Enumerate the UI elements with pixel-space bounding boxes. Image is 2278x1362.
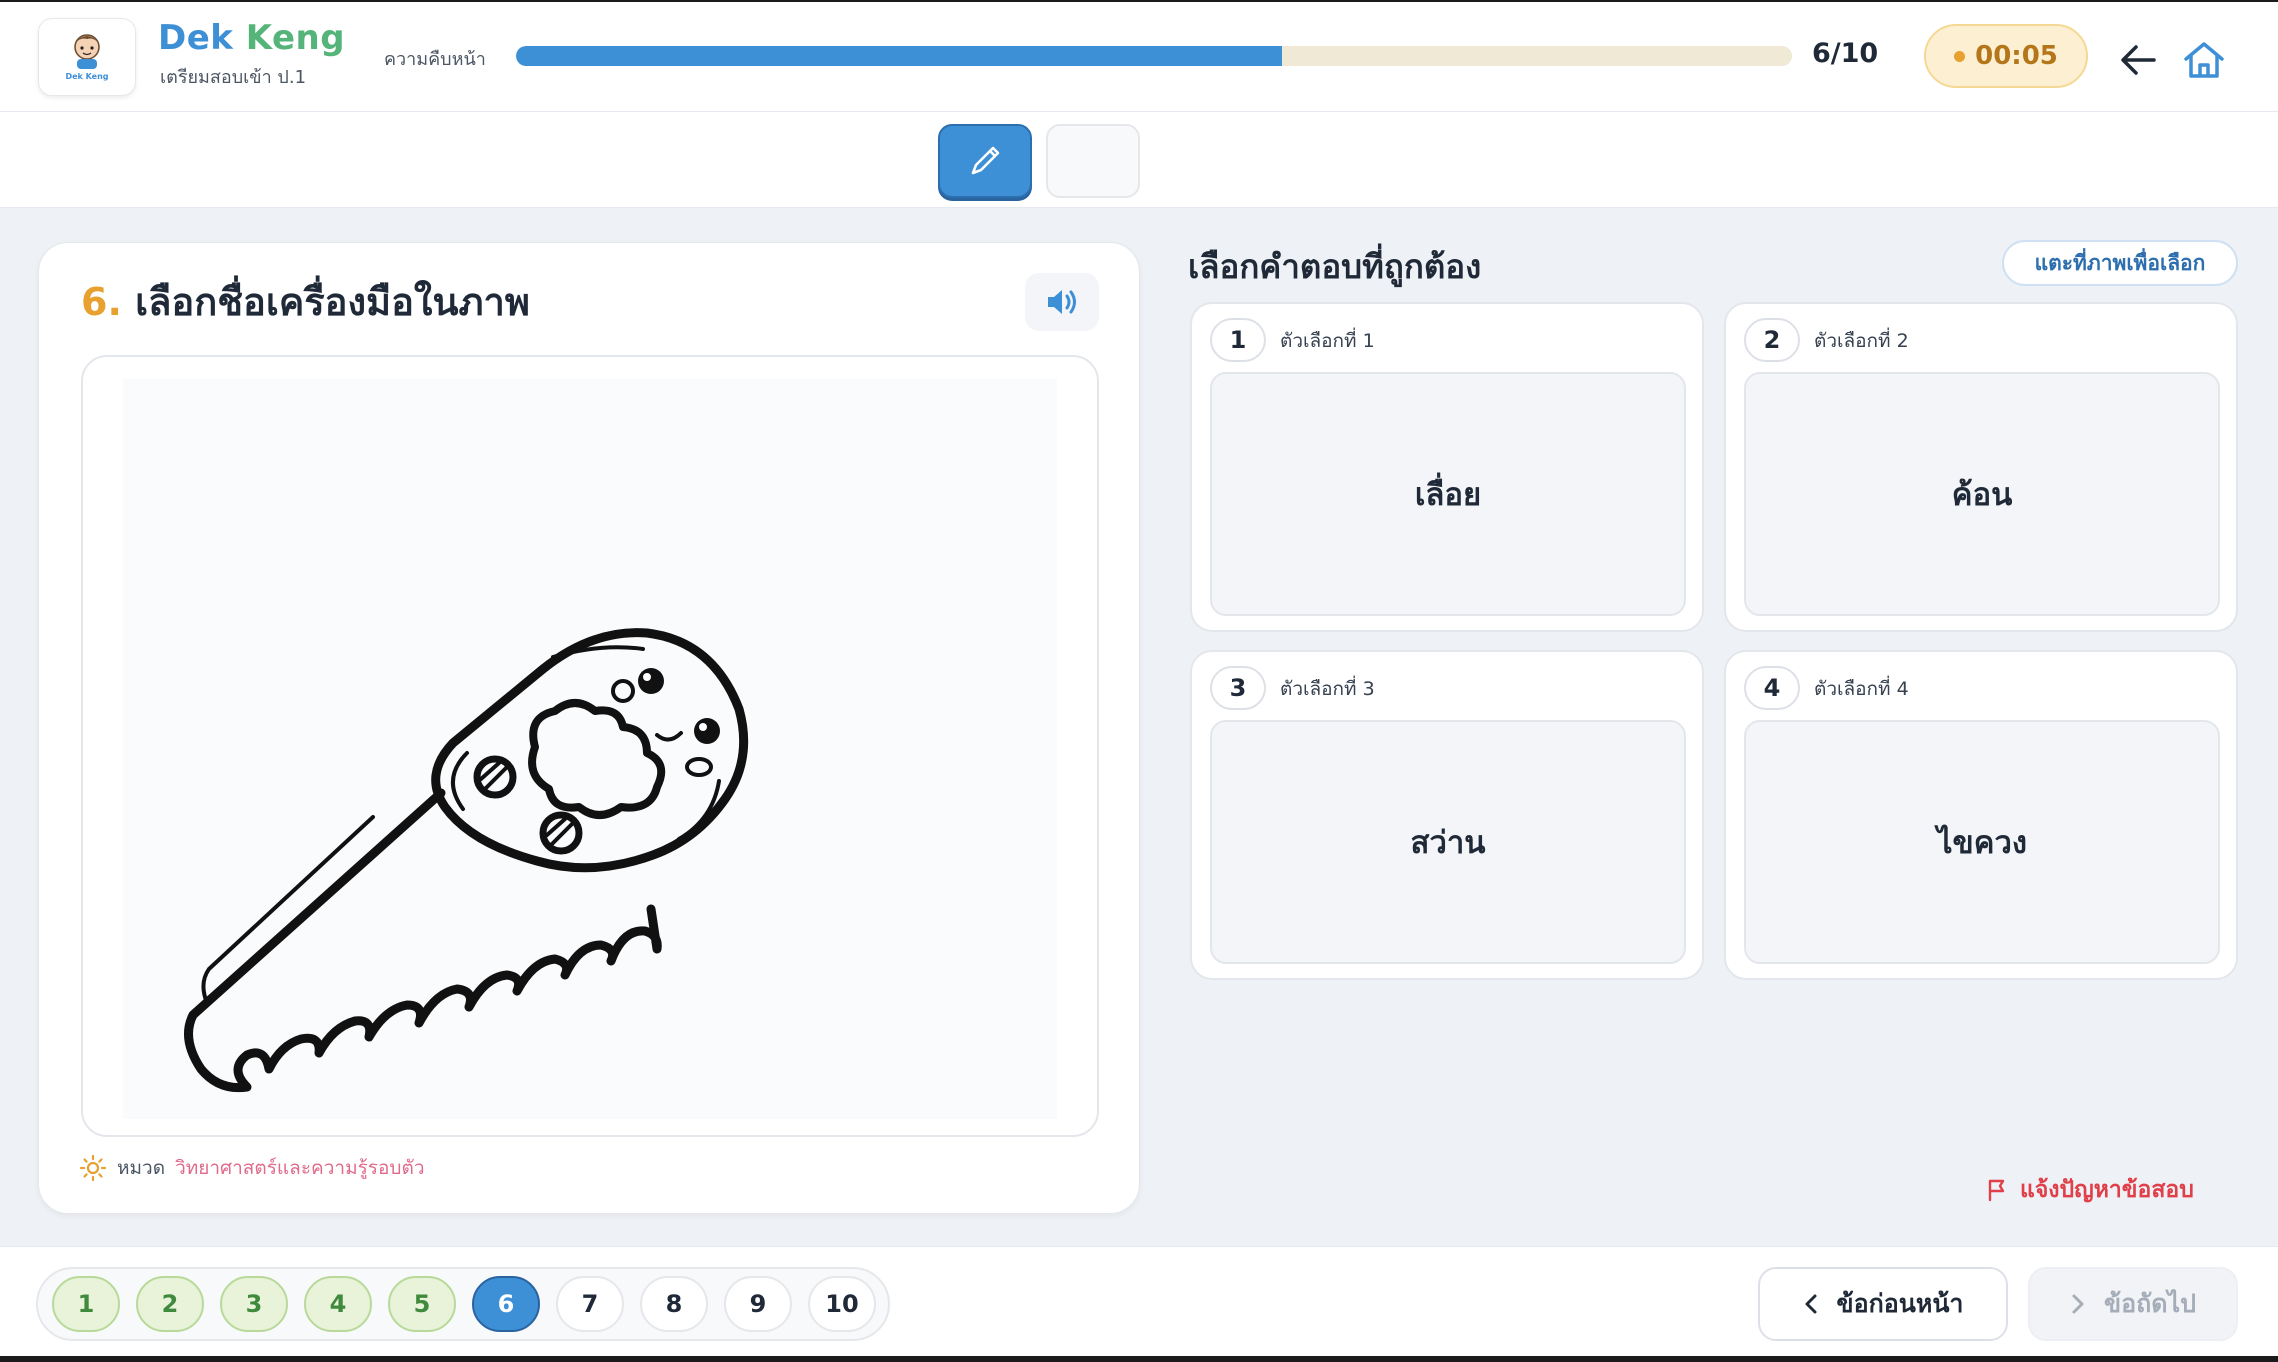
pager-item[interactable]: 4 xyxy=(304,1276,372,1332)
question-text: เลือกชื่อเครื่องมือในภาพ xyxy=(135,280,530,324)
timer-badge: 00:05 xyxy=(1924,24,2088,88)
option-number: 4 xyxy=(1744,666,1800,710)
saw-illustration-icon xyxy=(184,628,749,1093)
question-category: หมวด วิทยาศาสตร์และความรู้รอบตัว xyxy=(79,1153,424,1183)
back-button[interactable] xyxy=(2116,38,2160,82)
home-icon xyxy=(2184,42,2224,78)
pager-item[interactable]: 3 xyxy=(220,1276,288,1332)
option-text: สว่าน xyxy=(1210,720,1686,964)
previous-label: ข้อก่อนหน้า xyxy=(1836,1289,1964,1318)
previous-question-button[interactable]: ข้อก่อนหน้า xyxy=(1758,1267,2008,1341)
arrow-left-icon xyxy=(2121,45,2156,75)
sun-icon xyxy=(79,1154,107,1182)
bottom-edge xyxy=(0,1356,2278,1362)
brand-subtitle: เตรียมสอบเข้า ป.1 xyxy=(160,67,307,88)
eraser-tool-button[interactable] xyxy=(1046,124,1140,198)
pager-item[interactable]: 1 xyxy=(52,1276,120,1332)
home-button[interactable] xyxy=(2182,38,2226,82)
chevron-right-icon xyxy=(2072,1294,2084,1314)
mascot-logo-icon: Dek Keng xyxy=(65,34,109,81)
question-pager: 1 2 3 4 5 6 7 8 9 10 xyxy=(36,1267,890,1341)
question-image xyxy=(123,379,1057,1119)
pager-item-current[interactable]: 6 xyxy=(472,1276,540,1332)
question-title: 6. เลือกชื่อเครื่องมือในภาพ xyxy=(81,271,530,332)
answer-option-4[interactable]: 4 ตัวเลือกที่ 4 ไขควง xyxy=(1724,650,2238,980)
option-number: 3 xyxy=(1210,666,1266,710)
pager-item[interactable]: 2 xyxy=(136,1276,204,1332)
drawing-toolbar xyxy=(0,112,2278,208)
next-question-button[interactable]: ข้อถัดไป xyxy=(2028,1267,2238,1341)
brand-name: Dek Keng xyxy=(158,18,346,58)
progress-label: ความคืบหน้า xyxy=(384,49,486,70)
top-bar: Dek Keng Dek Keng เตรียมสอบเข้า ป.1 ความ… xyxy=(0,0,2278,112)
next-label: ข้อถัดไป xyxy=(2104,1289,2196,1318)
play-sound-button[interactable] xyxy=(1025,273,1099,331)
option-label: ตัวเลือกที่ 1 xyxy=(1280,330,1375,352)
app-logo: Dek Keng xyxy=(38,18,136,96)
option-number: 2 xyxy=(1744,318,1800,362)
pencil-icon xyxy=(971,146,1000,175)
option-label: ตัวเลือกที่ 4 xyxy=(1814,678,1909,700)
progress-bar-fill xyxy=(516,46,1282,66)
chevron-left-icon xyxy=(1805,1294,1817,1314)
timer-dot-icon xyxy=(1954,50,1966,62)
option-text: เลื่อย xyxy=(1210,372,1686,616)
svg-text:Dek Keng: Dek Keng xyxy=(65,72,108,81)
tap-hint-badge: แตะที่ภาพเพื่อเลือก xyxy=(2002,240,2238,286)
question-number: 6. xyxy=(81,280,122,324)
timer-value: 00:05 xyxy=(1975,41,2058,71)
answer-option-3[interactable]: 3 ตัวเลือกที่ 3 สว่าน xyxy=(1190,650,1704,980)
progress-count: 6/10 xyxy=(1812,38,1879,69)
pager-item[interactable]: 9 xyxy=(724,1276,792,1332)
bottom-bar: 1 2 3 4 5 6 7 8 9 10 ข้อก่อนหน้า ข้อถัดไ… xyxy=(0,1246,2278,1356)
question-card: 6. เลือกชื่อเครื่องมือในภาพ หมวด วิทยาศา… xyxy=(38,242,1140,1214)
pager-item[interactable]: 5 xyxy=(388,1276,456,1332)
answer-option-2[interactable]: 2 ตัวเลือกที่ 2 ค้อน xyxy=(1724,302,2238,632)
answer-option-1[interactable]: 1 ตัวเลือกที่ 1 เลื่อย xyxy=(1190,302,1704,632)
question-image-frame xyxy=(81,355,1099,1137)
option-label: ตัวเลือกที่ 3 xyxy=(1280,678,1375,700)
progress-bar xyxy=(516,46,1792,66)
report-problem-link[interactable]: แจ้งปัญหาข้อสอบ xyxy=(1986,1172,2194,1208)
answers-title: เลือกคำตอบที่ถูกต้อง xyxy=(1188,247,1482,286)
pager-item[interactable]: 8 xyxy=(640,1276,708,1332)
pen-tool-button[interactable] xyxy=(938,124,1032,198)
report-label: แจ้งปัญหาข้อสอบ xyxy=(2020,1177,2194,1203)
option-number: 1 xyxy=(1210,318,1266,362)
speaker-icon xyxy=(1048,290,1076,314)
option-text: ค้อน xyxy=(1744,372,2220,616)
pager-item[interactable]: 7 xyxy=(556,1276,624,1332)
flag-icon xyxy=(1988,1179,2005,1202)
category-label: หมวด xyxy=(117,1157,166,1179)
option-text: ไขควง xyxy=(1744,720,2220,964)
category-value: วิทยาศาสตร์และความรู้รอบตัว xyxy=(175,1157,425,1179)
option-label: ตัวเลือกที่ 2 xyxy=(1814,330,1909,352)
pager-item[interactable]: 10 xyxy=(808,1276,876,1332)
